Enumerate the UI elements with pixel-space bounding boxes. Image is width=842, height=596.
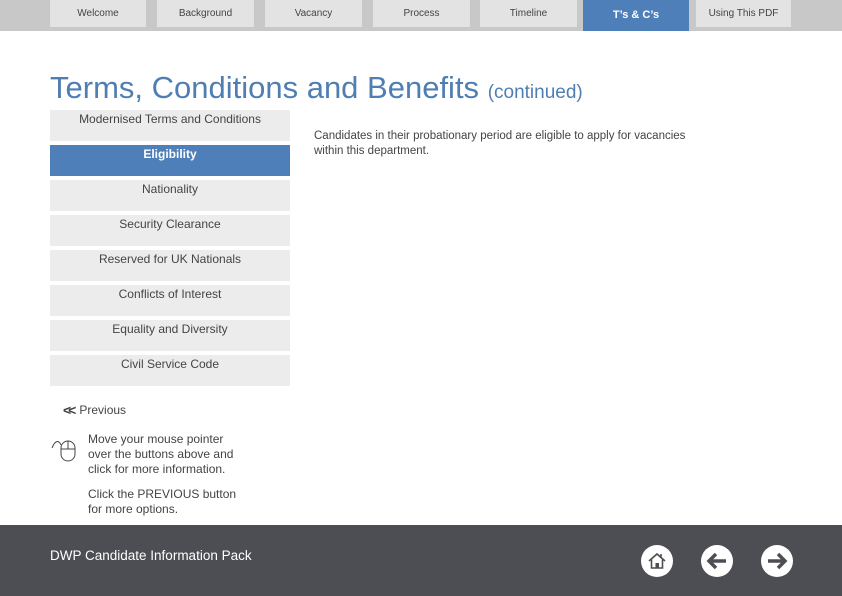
footer: DWP Candidate Information Pack	[0, 525, 842, 596]
tab-welcome[interactable]: Welcome	[50, 0, 146, 27]
menu-item-modernised-terms[interactable]: Modernised Terms and Conditions	[50, 110, 290, 141]
menu-item-equality-diversity[interactable]: Equality and Diversity	[50, 320, 290, 351]
tab-background[interactable]: Background	[157, 0, 254, 27]
page-title-suffix: (continued)	[487, 82, 583, 103]
previous-label: Previous	[79, 403, 127, 417]
tab-ts-and-cs[interactable]: T’s & C’s	[583, 0, 689, 31]
tab-vacancy[interactable]: Vacancy	[265, 0, 362, 27]
home-icon	[648, 552, 666, 569]
previous-button[interactable]: << Previous	[63, 402, 126, 418]
arrow-right-icon	[768, 552, 788, 570]
forward-button[interactable]	[761, 545, 793, 577]
menu-item-eligibility[interactable]: Eligibility	[50, 145, 290, 176]
back-button[interactable]	[701, 545, 733, 577]
tab-using-this-pdf[interactable]: Using This PDF	[696, 0, 791, 27]
footer-title: DWP Candidate Information Pack	[50, 548, 252, 563]
menu-item-nationality[interactable]: Nationality	[50, 180, 290, 211]
arrow-left-icon	[706, 552, 726, 570]
help-line-1: Move your mouse pointer over the buttons…	[88, 432, 234, 476]
page-title: Terms, Conditions and Benefits (continue…	[50, 70, 583, 106]
page-title-main: Terms, Conditions and Benefits	[50, 70, 480, 105]
menu-item-reserved-uk-nationals[interactable]: Reserved for UK Nationals	[50, 250, 290, 281]
menu-item-conflicts-of-interest[interactable]: Conflicts of Interest	[50, 285, 290, 316]
home-button[interactable]	[641, 545, 673, 577]
content-text: Candidates in their probationary period …	[314, 130, 686, 157]
tab-process[interactable]: Process	[373, 0, 470, 27]
menu-item-security-clearance[interactable]: Security Clearance	[50, 215, 290, 246]
tab-timeline[interactable]: Timeline	[480, 0, 577, 27]
top-navigation-bar: Welcome Background Vacancy Process Timel…	[0, 0, 842, 31]
help-line-2: Click the PREVIOUS button for more optio…	[88, 487, 237, 516]
double-chevron-left-icon: <<	[63, 402, 76, 418]
menu-item-civil-service-code[interactable]: Civil Service Code	[50, 355, 290, 386]
help-text: Move your mouse pointer over the buttons…	[88, 432, 248, 527]
mouse-icon	[51, 440, 76, 462]
